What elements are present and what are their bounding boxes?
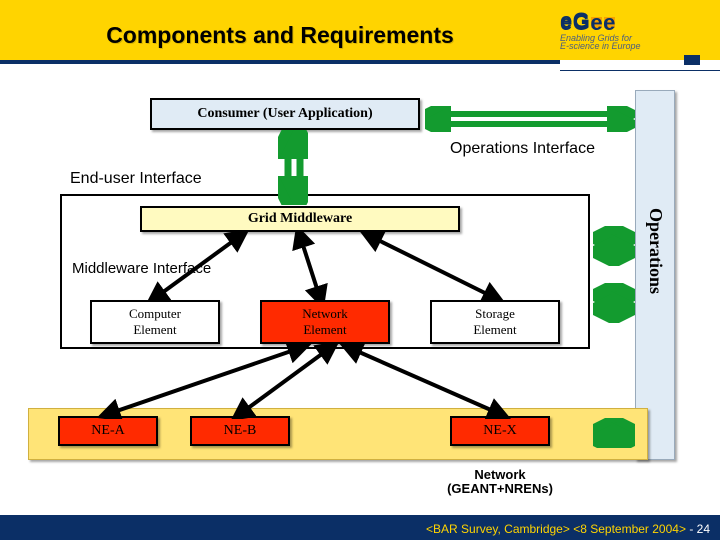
end-user-interface-label: End-user Interface bbox=[70, 170, 202, 188]
ne-a-box: NE-A bbox=[58, 416, 158, 446]
ne-b-box: NE-B bbox=[190, 416, 290, 446]
operations-interface-label: Operations Interface bbox=[450, 140, 595, 158]
network-footer-label: Network (GEANT+NRENs) bbox=[400, 468, 600, 497]
consumer-box: Consumer (User Application) bbox=[150, 98, 420, 130]
arrow-mw-elements-icon bbox=[80, 232, 550, 302]
header-rule-right bbox=[560, 70, 720, 71]
ne-x-box: NE-X bbox=[450, 416, 550, 446]
arrow-ne-operations-icon bbox=[593, 418, 635, 448]
logo-accent-block bbox=[684, 55, 700, 65]
arrow-consumer-operations-icon bbox=[425, 106, 635, 132]
page-title: Components and Requirements bbox=[106, 22, 454, 49]
network-element-box: Network Element bbox=[260, 300, 390, 344]
header-rule-left bbox=[0, 60, 560, 64]
arrow-network-ne-icon bbox=[80, 344, 550, 419]
operations-label: Operations bbox=[645, 208, 666, 294]
arrow-middleware-operations-icon bbox=[593, 226, 635, 266]
arrow-middleware-operations-2-icon bbox=[593, 283, 635, 323]
computer-element-box: Computer Element bbox=[90, 300, 220, 344]
storage-element-box: Storage Element bbox=[430, 300, 560, 344]
grid-middleware-box: Grid Middleware bbox=[140, 206, 460, 232]
footer-text: <BAR Survey, Cambridge> <8 September 200… bbox=[426, 522, 710, 536]
arrow-consumer-middleware-icon bbox=[278, 130, 308, 205]
